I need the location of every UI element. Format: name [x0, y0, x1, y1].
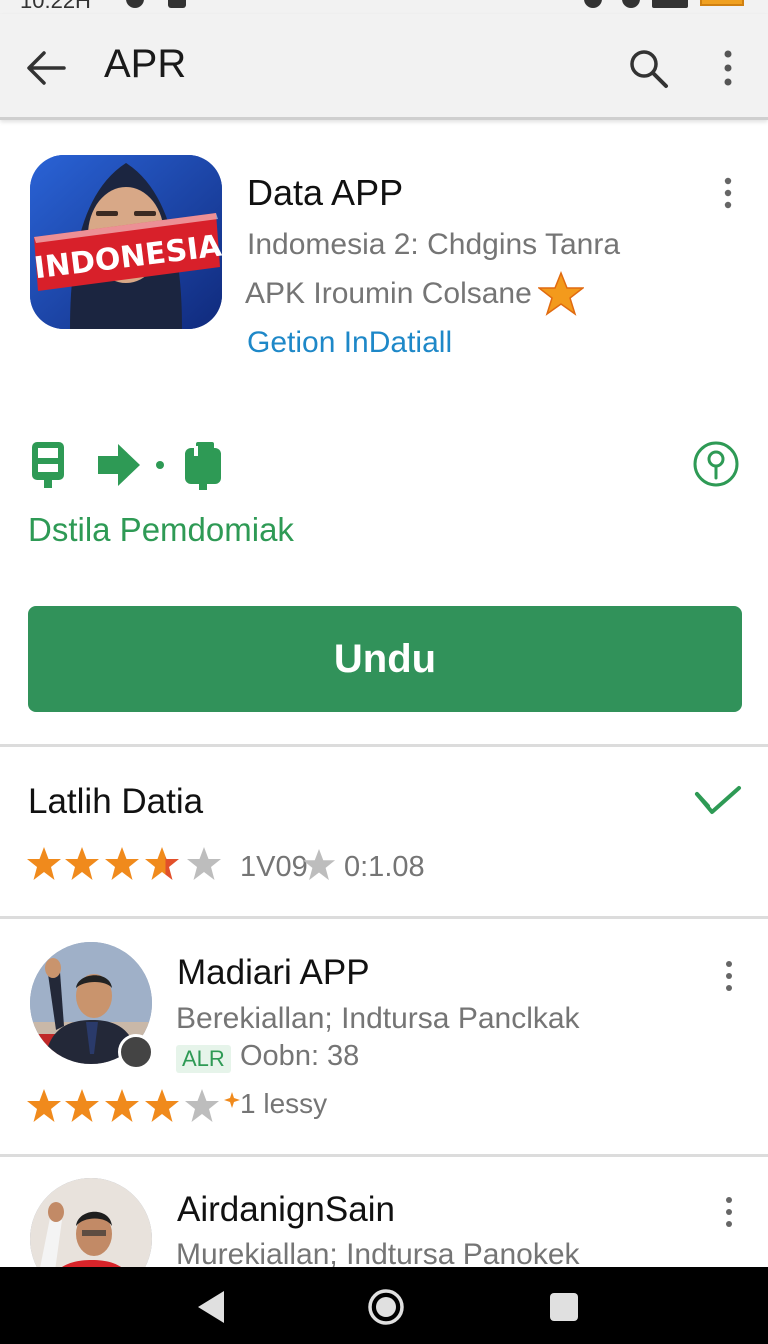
status-bar: 10:22H: [0, 0, 768, 14]
app-category-row: APK Iroumin Colsane: [245, 271, 584, 316]
page-title: APR: [104, 42, 187, 86]
arrow-right-icon: [98, 444, 140, 486]
alarm-icon: [584, 0, 602, 8]
app-category: APK Iroumin Colsane: [245, 277, 532, 310]
editors-choice-star-icon: [537, 271, 584, 316]
nav-recents-icon[interactable]: [542, 1285, 586, 1329]
section-divider: [0, 916, 768, 919]
star-full-icon: [105, 1089, 139, 1122]
feature-label: Dstila Pemdomiak: [28, 511, 294, 548]
app-more-icon[interactable]: [716, 176, 740, 212]
star-half-icon: [145, 847, 179, 880]
list-item-title[interactable]: AirdanignSain: [177, 1190, 395, 1230]
list-item-subtitle: Berekiallan; Indtursa Panclkak: [176, 1002, 580, 1035]
star-full-icon: [27, 847, 61, 880]
rating-value: 0:1.08: [344, 851, 425, 883]
navigation-bar: [0, 1267, 768, 1344]
battery-icon: [700, 0, 744, 6]
location-pin-icon[interactable]: [692, 440, 740, 488]
nav-home-icon[interactable]: [364, 1285, 408, 1329]
list-item-rating-text: 1 lessy: [240, 1088, 328, 1119]
notification-icon: [126, 0, 144, 8]
toolbar: APR: [0, 14, 768, 120]
expand-check-icon[interactable]: [694, 782, 742, 822]
search-icon[interactable]: [626, 46, 670, 90]
location-icon: [622, 0, 640, 8]
star-full-icon: [65, 1089, 99, 1122]
avatar-badge: [118, 1034, 154, 1070]
ratings-title: Latlih Datia: [28, 782, 204, 821]
star-empty-icon: [187, 847, 221, 880]
ratings-stars: [26, 846, 226, 882]
list-item-more-icon[interactable]: [718, 1196, 740, 1228]
signal-icon: [652, 0, 688, 8]
app-name: Data APP: [247, 172, 404, 213]
install-button[interactable]: Undu: [28, 606, 742, 712]
star-full-icon: [145, 1089, 179, 1122]
star-empty-icon: [302, 848, 336, 881]
overflow-menu-icon[interactable]: [712, 48, 744, 92]
sparkle-icon: [224, 1092, 240, 1108]
app-details-link[interactable]: Getion InDatiall: [247, 326, 452, 360]
list-divider: [0, 1154, 768, 1157]
list-item-stars: [26, 1088, 242, 1124]
back-arrow-icon[interactable]: [24, 46, 68, 90]
star-empty-icon: [185, 1089, 219, 1122]
star-full-icon: [105, 847, 139, 880]
section-divider: [0, 744, 768, 747]
dot-icon: [156, 461, 164, 469]
phone-icon: [185, 442, 221, 490]
list-item-tag: ALR: [176, 1045, 231, 1073]
list-item-title[interactable]: Madiari APP: [177, 953, 370, 993]
app-developer: Indomesia 2: Chdgins Tanra: [247, 228, 621, 261]
device-icon: [32, 442, 64, 488]
star-full-icon: [27, 1089, 61, 1122]
list-item-more-icon[interactable]: [718, 960, 740, 992]
app-icon[interactable]: INDONESIA: [30, 155, 222, 329]
message-icon: [168, 0, 186, 8]
rating-count: 1V09: [240, 851, 308, 883]
list-item-meta: Oobn: 38: [240, 1040, 360, 1072]
star-full-icon: [65, 847, 99, 880]
nav-back-icon[interactable]: [190, 1285, 234, 1329]
status-time: 10:22H: [20, 0, 91, 13]
